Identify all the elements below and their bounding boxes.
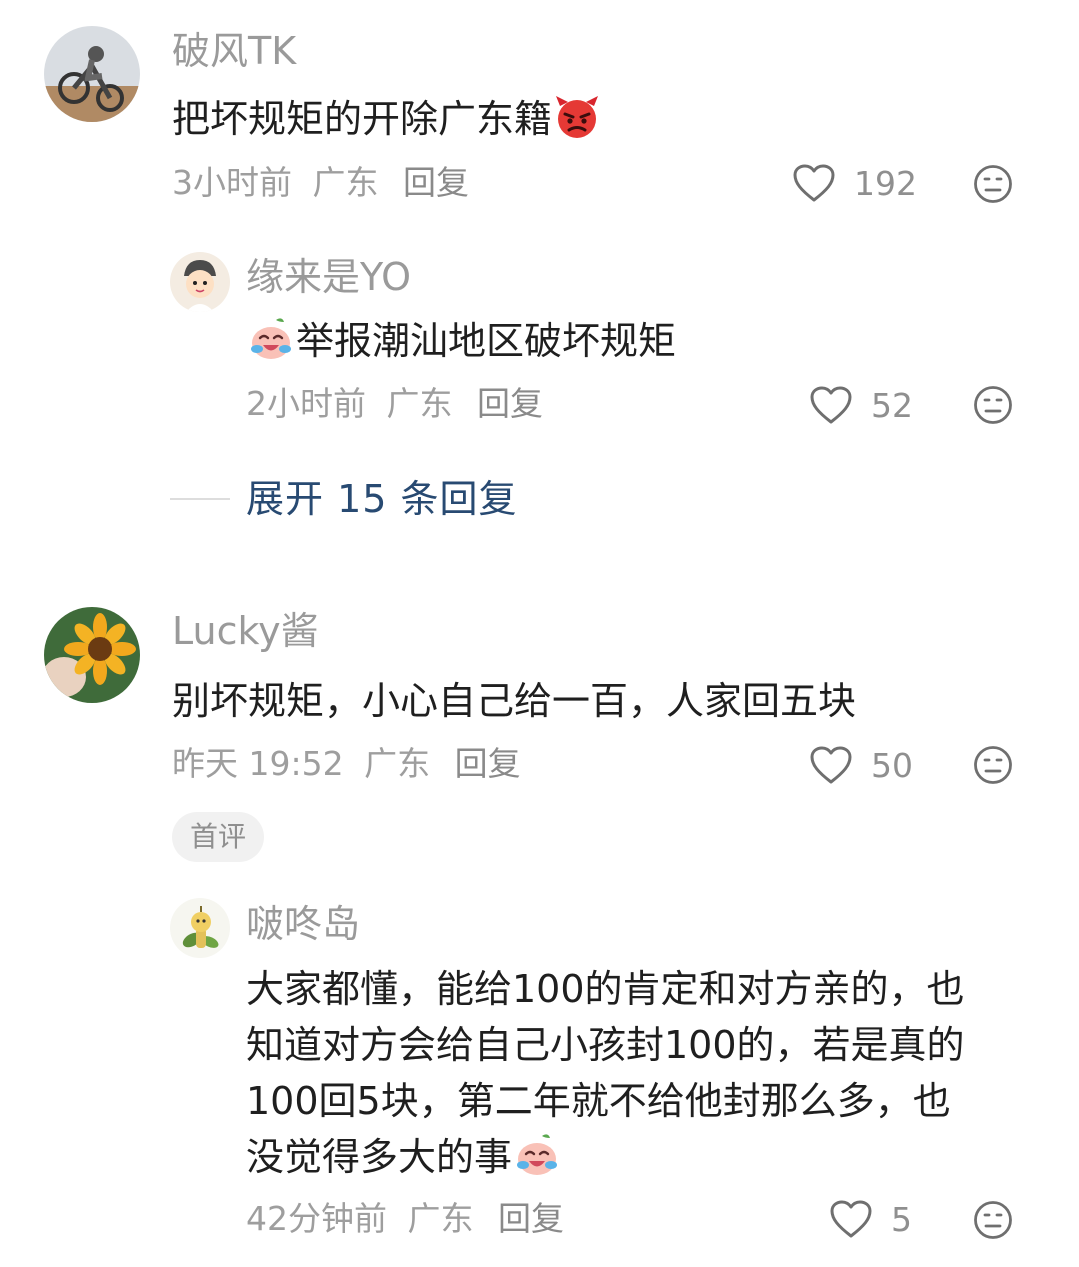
like-count: 5 [891,1199,912,1239]
reply-text-body: 举报潮汕地区破坏规矩 [296,319,677,363]
divider [170,498,230,500]
comment-meta: 3小时前 广东 回复 [172,166,469,199]
reply-location: 广东 [407,1199,474,1238]
meh-face-icon[interactable] [973,745,1013,785]
first-comment-badge: 首评 [172,812,265,862]
comment-location: 广东 [364,744,431,783]
comment-text: 别坏规矩，小心自己给一百，人家回五块 [172,673,856,729]
comment-time: 3小时前 [172,163,292,202]
reply-button[interactable]: 回复 [455,744,521,783]
reply-time: 42分钟前 [246,1199,387,1238]
like-button[interactable]: 192 [792,163,917,203]
reply-button[interactable]: 回复 [477,384,543,423]
angry-devil-emoji-icon [554,94,600,140]
comment-meta: 昨天 19:52 广东 回复 [172,747,521,780]
username[interactable]: 破风TK [172,32,296,70]
reply-button[interactable]: 回复 [498,1199,564,1238]
expand-replies-button[interactable]: 展开 15 条回复 [170,480,518,518]
heart-outline-icon [809,745,853,785]
username[interactable]: Lucky酱 [172,612,319,650]
meh-face-icon[interactable] [973,385,1013,425]
expand-replies-label: 展开 15 条回复 [246,477,518,521]
reply-text-line: 没觉得多大的事 [246,1135,513,1179]
like-button[interactable]: 50 [809,745,913,785]
reply-time: 2小时前 [246,384,366,423]
avatar[interactable] [44,26,140,122]
username[interactable]: 啵咚岛 [246,905,360,943]
reply-button[interactable]: 回复 [403,163,469,202]
reply-text-line: 大家都懂，能给100的肯定和对方亲的，也 [246,967,965,1011]
crying-laughing-emoji-icon [514,1132,560,1178]
reply-meta: 2小时前 广东 回复 [246,387,543,420]
comment-text-body: 别坏规矩，小心自己给一百，人家回五块 [172,679,857,723]
reply-text-line-last: 没觉得多大的事 [246,1129,965,1185]
like-count: 50 [871,745,913,785]
avatar[interactable] [44,607,140,703]
like-count: 192 [854,163,917,203]
username[interactable]: 缘来是YO [246,258,411,296]
reply-text-line: 100回5块，第二年就不给他封那么多，也 [246,1079,951,1123]
heart-outline-icon [829,1199,873,1239]
comment-time: 昨天 19:52 [172,744,344,783]
avatar[interactable] [170,252,230,312]
meh-face-icon[interactable] [973,1200,1013,1240]
like-button[interactable]: 5 [829,1199,912,1239]
heart-outline-icon [809,385,853,425]
like-count: 52 [871,385,913,425]
like-button[interactable]: 52 [809,385,913,425]
comment-location: 广东 [312,163,379,202]
meh-face-icon[interactable] [973,164,1013,204]
heart-outline-icon [792,163,836,203]
reply-text: 举报潮汕地区破坏规矩 [246,313,676,369]
comment-text: 把坏规矩的开除广东籍 [172,91,602,147]
reply-location: 广东 [386,384,453,423]
reply-text: 大家都懂，能给100的肯定和对方亲的，也 知道对方会给自己小孩封100的，若是真… [246,961,965,1185]
avatar[interactable] [170,898,230,958]
reply-meta: 42分钟前 广东 回复 [246,1202,564,1235]
reply-text-line: 知道对方会给自己小孩封100的，若是真的 [246,1023,965,1067]
crying-laughing-emoji-icon [248,316,294,362]
comment-text-body: 把坏规矩的开除广东籍 [172,97,553,141]
